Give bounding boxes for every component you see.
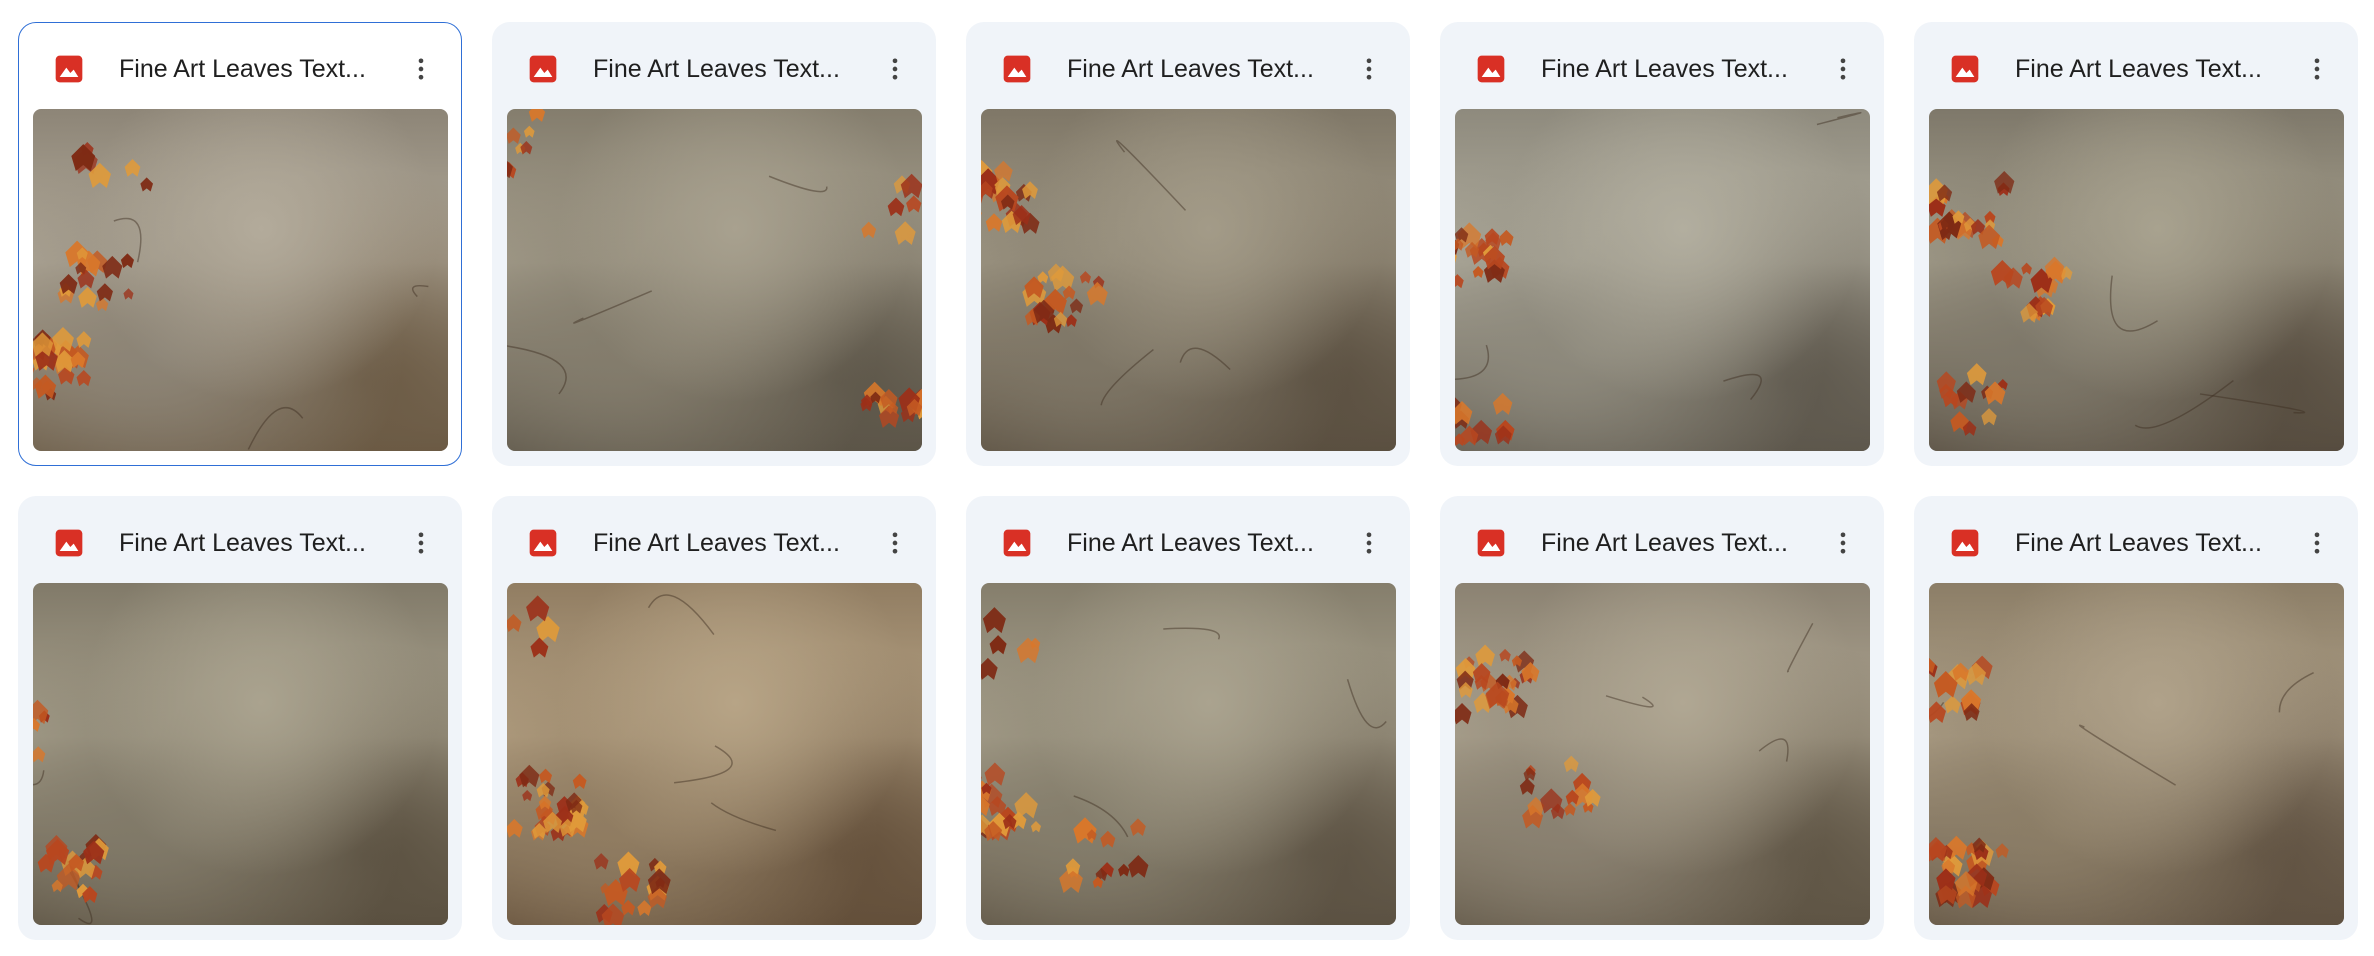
more-vert-icon — [1840, 532, 1846, 554]
more-options-button[interactable] — [871, 519, 919, 567]
file-card[interactable]: Fine Art Leaves Text... — [966, 496, 1410, 940]
image-file-icon — [1949, 53, 1981, 85]
file-card[interactable]: Fine Art Leaves Text... — [492, 496, 936, 940]
autumn-leaves-decoration — [981, 607, 1387, 893]
more-vert-icon — [1840, 58, 1846, 80]
more-vert-icon — [1366, 58, 1372, 80]
image-file-icon — [1949, 527, 1981, 559]
more-vert-icon — [1366, 532, 1372, 554]
more-options-button[interactable] — [871, 45, 919, 93]
card-header: Fine Art Leaves Text... — [967, 497, 1409, 585]
file-name: Fine Art Leaves Text... — [119, 55, 366, 83]
file-name: Fine Art Leaves Text... — [1067, 529, 1314, 557]
more-vert-icon — [2314, 532, 2320, 554]
file-name: Fine Art Leaves Text... — [1541, 529, 1788, 557]
card-header: Fine Art Leaves Text... — [1441, 497, 1883, 585]
image-thumbnail[interactable] — [33, 583, 448, 925]
file-name: Fine Art Leaves Text... — [593, 529, 840, 557]
more-options-button[interactable] — [1819, 519, 1867, 567]
image-file-icon — [1001, 527, 1033, 559]
card-header: Fine Art Leaves Text... — [493, 497, 935, 585]
more-options-button[interactable] — [1345, 45, 1393, 93]
file-card[interactable]: Fine Art Leaves Text... — [18, 496, 462, 940]
file-card[interactable]: Fine Art Leaves Text... — [966, 22, 1410, 466]
file-card[interactable]: Fine Art Leaves Text... — [1440, 496, 1884, 940]
more-options-button[interactable] — [397, 519, 445, 567]
image-file-icon — [1001, 53, 1033, 85]
more-options-button[interactable] — [2293, 45, 2341, 93]
image-thumbnail[interactable] — [1929, 583, 2344, 925]
more-vert-icon — [892, 58, 898, 80]
more-options-button[interactable] — [397, 45, 445, 93]
image-file-icon — [53, 53, 85, 85]
more-vert-icon — [2314, 58, 2320, 80]
autumn-leaves-decoration — [1455, 111, 1862, 447]
image-thumbnail[interactable] — [33, 109, 448, 451]
card-header: Fine Art Leaves Text... — [967, 23, 1409, 111]
more-vert-icon — [892, 532, 898, 554]
image-thumbnail[interactable] — [981, 109, 1396, 451]
file-name: Fine Art Leaves Text... — [2015, 529, 2262, 557]
file-name: Fine Art Leaves Text... — [1541, 55, 1788, 83]
autumn-leaves-decoration — [1929, 170, 2306, 436]
more-options-button[interactable] — [2293, 519, 2341, 567]
file-card[interactable]: Fine Art Leaves Text... — [1914, 22, 2358, 466]
file-name: Fine Art Leaves Text... — [119, 529, 366, 557]
autumn-leaves-decoration — [33, 699, 109, 925]
image-thumbnail[interactable] — [1929, 109, 2344, 451]
file-card[interactable]: Fine Art Leaves Text... — [1440, 22, 1884, 466]
image-thumbnail[interactable] — [1455, 583, 1870, 925]
image-thumbnail[interactable] — [507, 583, 922, 925]
autumn-leaves-decoration — [507, 594, 777, 925]
image-thumbnail[interactable] — [507, 109, 922, 451]
file-name: Fine Art Leaves Text... — [1067, 55, 1314, 83]
file-name: Fine Art Leaves Text... — [2015, 55, 2262, 83]
image-file-icon — [527, 53, 559, 85]
card-header: Fine Art Leaves Text... — [1915, 497, 2357, 585]
autumn-leaves-decoration — [1455, 622, 1814, 829]
card-header: Fine Art Leaves Text... — [19, 497, 461, 585]
image-file-icon — [527, 527, 559, 559]
more-options-button[interactable] — [1819, 45, 1867, 93]
file-card[interactable]: Fine Art Leaves Text... — [1914, 496, 2358, 940]
card-header: Fine Art Leaves Text... — [493, 23, 935, 111]
file-card[interactable]: Fine Art Leaves Text... — [492, 22, 936, 466]
file-name: Fine Art Leaves Text... — [593, 55, 840, 83]
autumn-leaves-decoration — [1929, 655, 2314, 909]
image-file-icon — [53, 527, 85, 559]
card-header: Fine Art Leaves Text... — [1441, 23, 1883, 111]
file-card[interactable]: Fine Art Leaves Text... — [18, 22, 462, 466]
image-file-icon — [1475, 53, 1507, 85]
autumn-leaves-decoration — [33, 142, 429, 450]
more-options-button[interactable] — [1345, 519, 1393, 567]
image-thumbnail[interactable] — [1455, 109, 1870, 451]
autumn-leaves-decoration — [507, 109, 922, 428]
autumn-leaves-decoration — [981, 140, 1231, 406]
more-vert-icon — [418, 58, 424, 80]
image-thumbnail[interactable] — [981, 583, 1396, 925]
card-header: Fine Art Leaves Text... — [1915, 23, 2357, 111]
more-vert-icon — [418, 532, 424, 554]
file-grid: Fine Art Leaves Text... Fine Art Leaves … — [18, 22, 2358, 940]
card-header: Fine Art Leaves Text... — [19, 23, 461, 111]
image-file-icon — [1475, 527, 1507, 559]
